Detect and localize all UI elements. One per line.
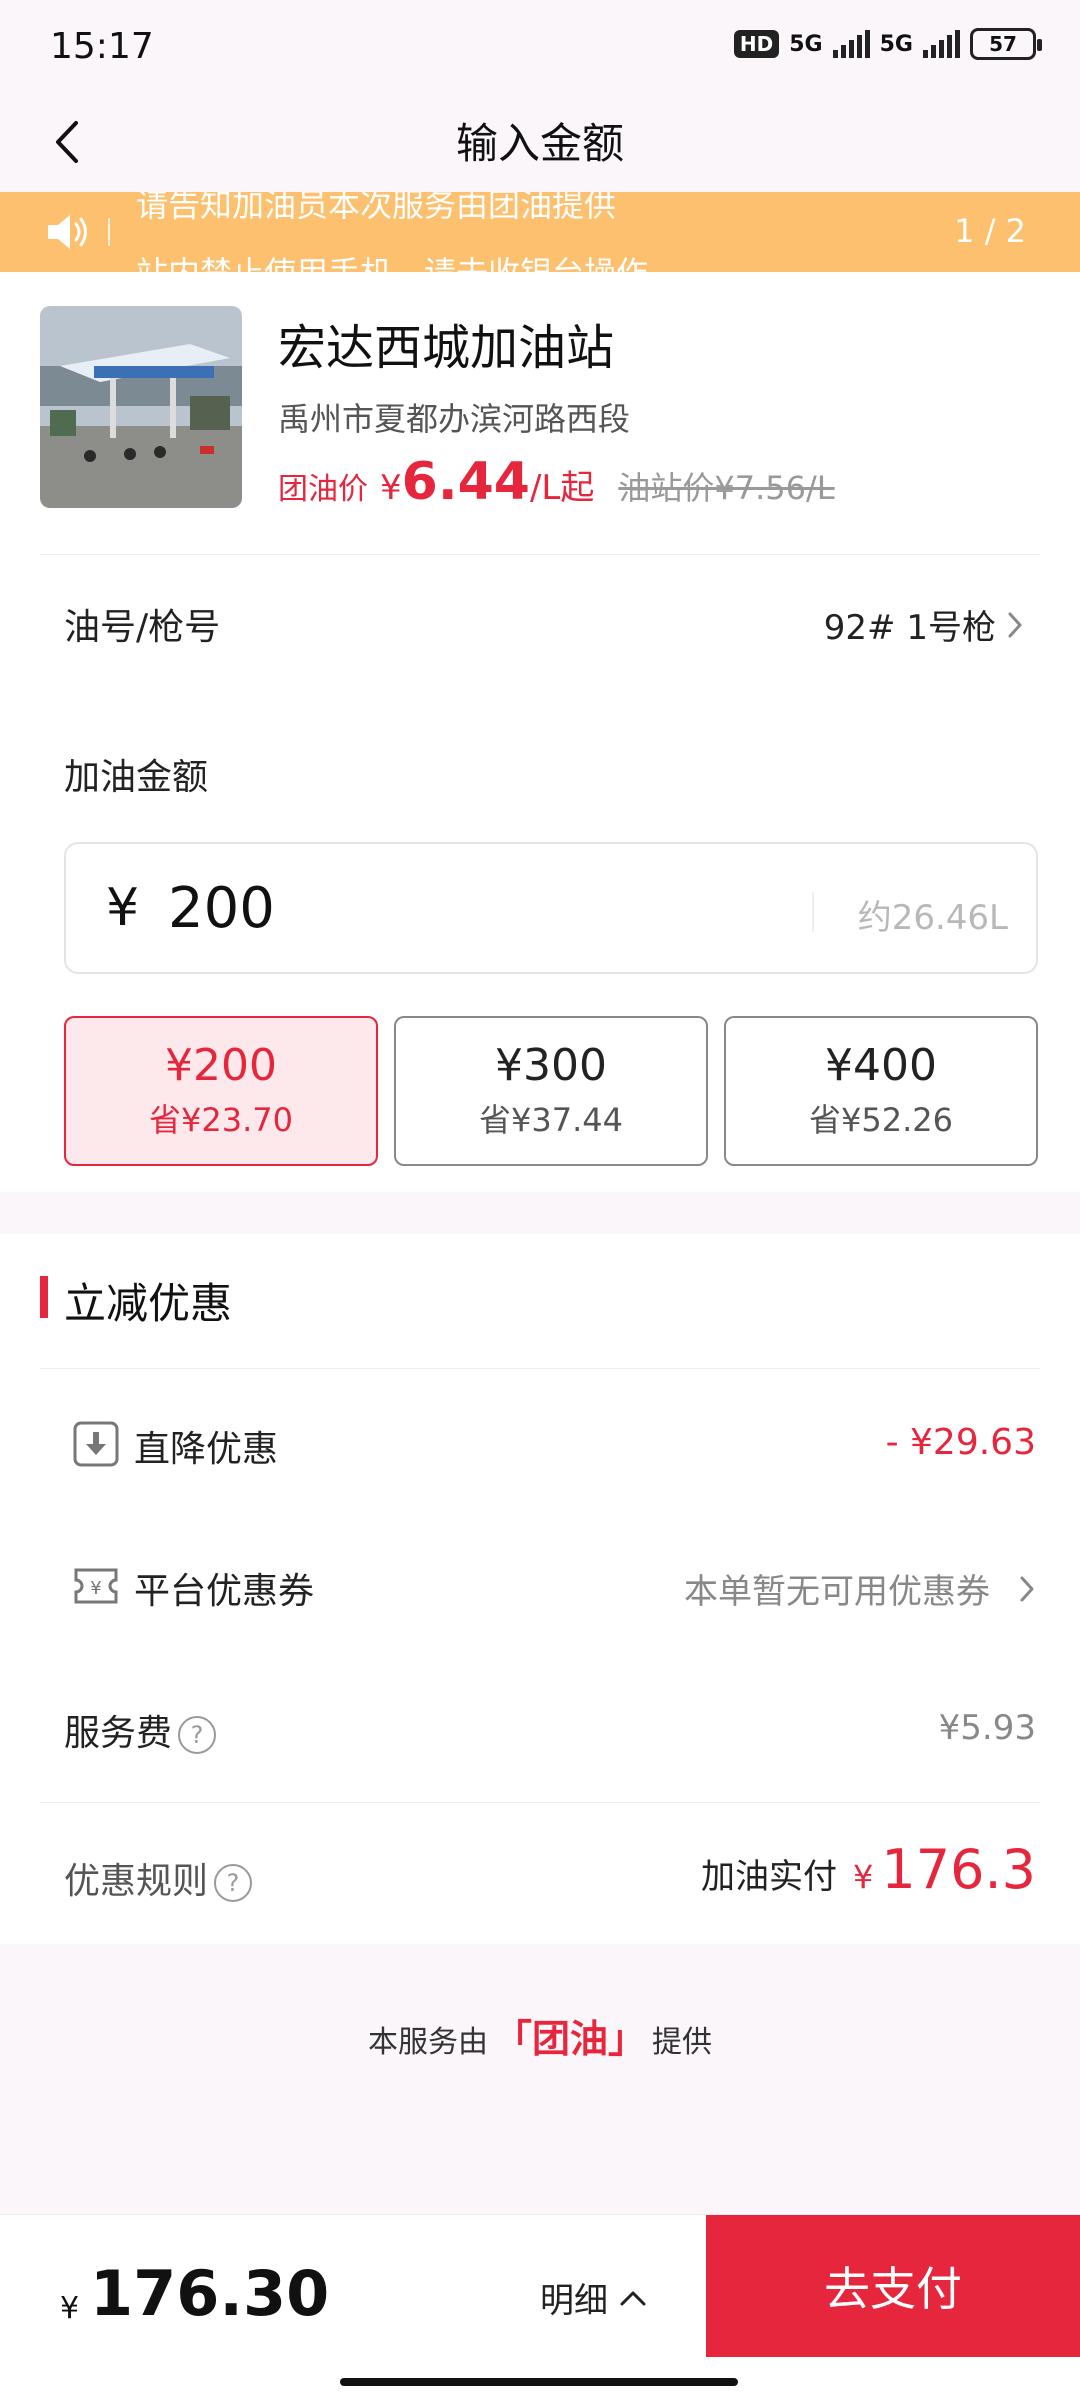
coupon-label: 平台优惠券 <box>134 1571 315 1612</box>
amount-currency: ¥ <box>106 878 140 938</box>
notice-banner[interactable]: 请告知加油员本次服务由团油提供 站内禁止使用手机，请去收银台操作 1 / 2 <box>0 192 1080 272</box>
details-button[interactable]: 明细 <box>540 2273 648 2322</box>
status-time: 15:17 <box>50 26 154 67</box>
group-price-label: 团油价 <box>278 472 368 507</box>
amount-separator <box>812 892 814 932</box>
service-fee-label: 服务费 <box>64 1713 173 1754</box>
svg-text:¥: ¥ <box>90 1578 101 1599</box>
payable-label: 加油实付 <box>701 1857 838 1897</box>
battery-icon: 57 <box>970 28 1042 60</box>
provider-note: 本服务由 「团油」 提供 <box>0 2008 1080 2063</box>
service-fee-value: ¥5.93 <box>938 1708 1036 1748</box>
rules-label: 优惠规则 <box>64 1861 209 1902</box>
notice-text: 站内禁止使用手机，请去收银台操作 <box>136 248 648 272</box>
direct-discount-label: 直降优惠 <box>134 1429 279 1470</box>
notice-text: 请告知加油员本次服务由团油提供 <box>136 192 617 224</box>
divider <box>40 1802 1040 1803</box>
fuel-label: 油号/枪号 <box>64 607 221 648</box>
chevron-up-icon <box>620 2291 646 2305</box>
payable-summary: 加油实付 ¥ 176.3 <box>701 1838 1036 1901</box>
station-price: 油站价¥7.56/L <box>618 469 835 507</box>
provider-prefix: 本服务由 <box>367 2025 488 2060</box>
hd-badge: HD <box>733 30 780 58</box>
fuel-value: 92# 1号枪 <box>823 608 996 648</box>
amount-liters: 约26.46L <box>857 898 1008 938</box>
signal-icon <box>832 30 870 58</box>
section-accent-bar <box>40 1276 48 1318</box>
price-row: 团油价 ¥ 6.44 /L起 油站价¥7.56/L <box>278 452 835 512</box>
group-price-unit: /L起 <box>529 468 595 508</box>
home-indicator[interactable] <box>340 2378 738 2386</box>
pay-button[interactable]: 去支付 <box>706 2215 1080 2357</box>
divider <box>40 1368 1040 1369</box>
arrow-down-icon <box>73 1421 119 1467</box>
group-price-currency: ¥ <box>380 468 402 508</box>
details-label: 明细 <box>540 2281 608 2321</box>
station-name: 宏达西城加油站 <box>278 320 615 376</box>
signal-icon <box>923 30 960 58</box>
payable-currency: ¥ <box>853 1858 874 1896</box>
coupon-row[interactable]: ¥ 平台优惠券 本单暂无可用优惠券 <box>0 1524 1080 1634</box>
network-label-1: 5G <box>789 31 823 57</box>
payable-value: 176.3 <box>881 1838 1036 1901</box>
checkout-bar: ¥ 176.30 明细 去支付 <box>0 2214 1080 2400</box>
total-currency: ¥ <box>60 2291 80 2326</box>
page-title: 输入金额 <box>455 119 624 168</box>
amount-value[interactable]: 200 <box>168 876 275 941</box>
nav-bar: 输入金额 <box>0 92 1080 192</box>
chevron-right-icon <box>1020 1576 1034 1601</box>
amount-label: 加油金额 <box>64 757 209 798</box>
status-bar: 15:17 HD 5G 5G 57 <box>0 0 1080 92</box>
quick-amount-300[interactable]: ¥300 省¥37.44 <box>394 1016 708 1166</box>
coupon-value: 本单暂无可用优惠券 <box>684 1572 990 1612</box>
quick-amount-value: ¥400 <box>825 1040 937 1091</box>
help-icon[interactable]: ? <box>214 1864 253 1902</box>
fuel-selector-row[interactable]: 油号/枪号 92# 1号枪 <box>0 554 1080 684</box>
help-icon[interactable]: ? <box>178 1716 217 1754</box>
coupon-icon: ¥ <box>74 1568 118 1604</box>
quick-amount-saving: 省¥23.70 <box>149 1101 293 1139</box>
direct-discount-value: - ¥29.63 <box>885 1422 1036 1463</box>
speaker-icon <box>48 215 87 249</box>
quick-amount-saving: 省¥37.44 <box>479 1101 623 1139</box>
coupon-value-wrap: 本单暂无可用优惠券 <box>684 1564 1036 1613</box>
quick-amount-saving: 省¥52.26 <box>809 1101 953 1139</box>
group-price-value: 6.44 <box>401 452 530 512</box>
discount-card: 立减优惠 直降优惠 - ¥29.63 ¥ 平台优惠券 本单暂无可用优惠券 服务费… <box>0 1234 1080 1944</box>
service-fee-row: 服务费? <box>64 1704 217 1756</box>
station-card: 宏达西城加油站 禹州市夏都办滨河路西段 团油价 ¥ 6.44 /L起 油站价¥7… <box>0 272 1080 1192</box>
provider-brand: 「团油」 <box>493 2017 646 2061</box>
station-photo[interactable] <box>40 306 242 508</box>
total-value: 176.30 <box>90 2257 330 2330</box>
fuel-value-wrap: 92# 1号枪 <box>824 600 1024 649</box>
amount-input[interactable]: ¥ 200 约26.46L <box>64 842 1038 974</box>
chevron-right-icon <box>1008 612 1022 637</box>
section-title: 立减优惠 <box>64 1279 233 1328</box>
quick-amount-value: ¥200 <box>165 1040 277 1091</box>
status-icons: HD 5G 5G 57 <box>733 28 1042 60</box>
station-address: 禹州市夏都办滨河路西段 <box>278 400 631 438</box>
notice-page-indicator: 1 / 2 <box>954 212 1026 250</box>
notice-divider <box>108 218 110 246</box>
quick-amount-200[interactable]: ¥200 省¥23.70 <box>64 1016 378 1166</box>
rules-row[interactable]: 优惠规则? <box>64 1852 253 1904</box>
network-label-2: 5G <box>879 31 913 57</box>
provider-suffix: 提供 <box>652 2025 712 2060</box>
quick-amount-400[interactable]: ¥400 省¥52.26 <box>724 1016 1038 1166</box>
quick-amount-value: ¥300 <box>495 1040 607 1091</box>
